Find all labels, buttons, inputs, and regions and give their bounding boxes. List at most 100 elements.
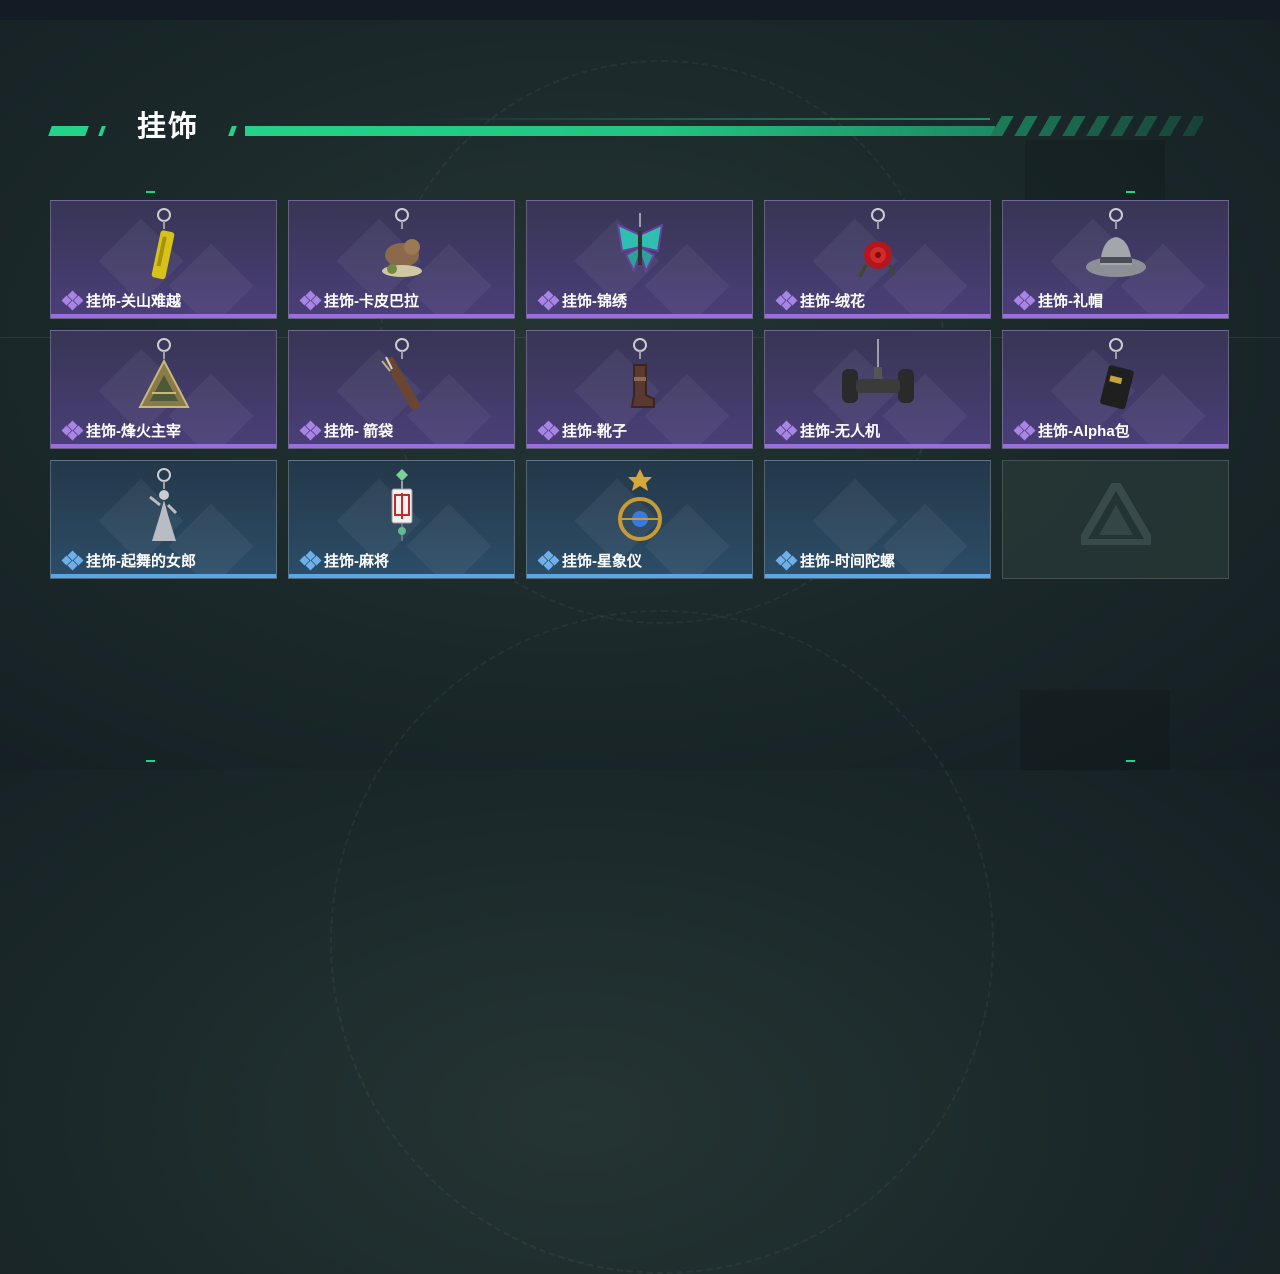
rarity-bar: [765, 444, 990, 448]
rarity-diamond-icon: [1013, 290, 1036, 310]
charm-card[interactable]: 挂饰-靴子: [526, 330, 753, 449]
rarity-bar: [527, 574, 752, 578]
charm-label-row: 挂饰-卡皮巴拉: [299, 290, 419, 311]
charm-card[interactable]: 挂饰-麻将: [288, 460, 515, 579]
background-ring: [330, 610, 994, 1274]
charm-card[interactable]: 挂饰-礼帽: [1002, 200, 1229, 319]
header-stripe: [1182, 116, 1203, 136]
rarity-diamond-icon: [537, 550, 560, 570]
placeholder-logo-icon: [1081, 483, 1151, 545]
rarity-bar: [527, 314, 752, 318]
charm-card[interactable]: 挂饰-时间陀螺: [764, 460, 991, 579]
section-title: 挂饰: [137, 111, 200, 143]
corner-tick: [1126, 760, 1135, 762]
header-stripe: [1014, 116, 1038, 136]
rarity-bar: [527, 444, 752, 448]
charm-card[interactable]: 挂饰-烽火主宰: [50, 330, 277, 449]
rarity-bar: [51, 444, 276, 448]
header-stripe: [1086, 116, 1110, 136]
rarity-diamond-icon: [299, 290, 322, 310]
capybara-charm-icon: [381, 208, 422, 277]
rarity-diamond-icon: [299, 550, 322, 570]
charm-label-row: 挂饰-星象仪: [537, 550, 642, 571]
rarity-diamond-icon: [775, 290, 798, 310]
card-decoration: [882, 503, 968, 578]
charm-name: 挂饰-靴子: [562, 423, 627, 440]
charm-grid: 挂饰-关山难越 挂饰-卡皮巴拉 挂饰-锦绣 挂饰-绒花 挂饰-礼帽挂饰-烽火主宰 挂饰- …: [50, 200, 1230, 580]
charm-label-row: 挂饰-起舞的女郎: [61, 550, 196, 571]
dancer-figure-charm-icon: [148, 468, 177, 541]
charm-label-row: 挂饰-烽火主宰: [61, 420, 181, 441]
pouch-charm-icon: [1099, 338, 1134, 410]
rarity-diamond-icon: [61, 550, 84, 570]
rarity-bar: [51, 314, 276, 318]
charm-card[interactable]: 挂饰-星象仪: [526, 460, 753, 579]
charm-card[interactable]: 挂饰-Alpha包: [1002, 330, 1229, 449]
rarity-bar: [765, 574, 990, 578]
charm-name: 挂饰-Alpha包: [1038, 423, 1130, 440]
header-thin-line: [420, 118, 990, 120]
charm-label-row: 挂饰-锦绣: [537, 290, 627, 311]
charm-name: 挂饰-无人机: [800, 423, 880, 440]
charm-label-row: 挂饰-Alpha包: [1013, 420, 1130, 441]
corner-tick: [1126, 191, 1135, 193]
rarity-diamond-icon: [537, 290, 560, 310]
header-stripe: [990, 116, 1014, 136]
charm-name: 挂饰-星象仪: [562, 553, 642, 570]
charm-label-row: 挂饰-靴子: [537, 420, 627, 441]
charm-label-row: 挂饰- 箭袋: [299, 420, 394, 441]
charm-name: 挂饰-起舞的女郎: [86, 553, 196, 570]
rarity-bar: [765, 314, 990, 318]
corner-tick: [146, 760, 155, 762]
triangle-emblem-charm-icon: [137, 338, 190, 408]
header-accent-bar: [48, 126, 89, 136]
background-block: [1020, 690, 1170, 770]
header-stripe-pattern: [988, 116, 1203, 136]
charm-name: 挂饰-麻将: [324, 553, 389, 570]
charm-card[interactable]: 挂饰-起舞的女郎: [50, 460, 277, 579]
charm-name: 挂饰-卡皮巴拉: [324, 293, 419, 310]
charm-name: 挂饰-锦绣: [562, 293, 627, 310]
charm-name: 挂饰- 箭袋: [324, 423, 394, 440]
rarity-diamond-icon: [61, 290, 84, 310]
rarity-diamond-icon: [775, 550, 798, 570]
fedora-hat-charm-icon: [1085, 208, 1146, 277]
charm-label-row: 挂饰-无人机: [775, 420, 880, 441]
header-progress-line: [245, 126, 995, 136]
charm-card[interactable]: 挂饰-锦绣: [526, 200, 753, 319]
drone-charm-icon: [841, 339, 914, 403]
top-strip: [0, 0, 1280, 20]
rarity-diamond-icon: [537, 420, 560, 440]
charm-label-row: 挂饰-礼帽: [1013, 290, 1103, 311]
boot-charm-icon: [630, 338, 655, 408]
rarity-bar: [1003, 314, 1228, 318]
charm-card[interactable]: 挂饰-卡皮巴拉: [288, 200, 515, 319]
charm-card[interactable]: 挂饰-绒花: [764, 200, 991, 319]
charm-label-row: 挂饰-关山难越: [61, 290, 181, 311]
charm-name: 挂饰-绒花: [800, 293, 865, 310]
header-accent-bar: [98, 126, 106, 136]
rarity-bar: [51, 574, 276, 578]
rarity-bar: [1003, 444, 1228, 448]
charm-label-row: 挂饰-麻将: [299, 550, 389, 571]
rose-charm-icon: [858, 208, 895, 278]
charm-name: 挂饰-关山难越: [86, 293, 181, 310]
rarity-bar: [289, 444, 514, 448]
rarity-diamond-icon: [299, 420, 322, 440]
charm-name: 挂饰-烽火主宰: [86, 423, 181, 440]
charm-card[interactable]: 挂饰-无人机: [764, 330, 991, 449]
header-stripe: [1158, 116, 1182, 136]
charm-name: 挂饰-礼帽: [1038, 293, 1103, 310]
rarity-diamond-icon: [775, 420, 798, 440]
charm-name: 挂饰-时间陀螺: [800, 553, 895, 570]
empty-slot-card[interactable]: [1002, 460, 1229, 579]
butterfly-charm-icon: [616, 213, 663, 274]
charm-label-row: 挂饰-绒花: [775, 290, 865, 311]
charm-card[interactable]: 挂饰-关山难越: [50, 200, 277, 319]
quiver-charm-icon: [380, 338, 420, 411]
rarity-bar: [289, 314, 514, 318]
header-accent-bar: [228, 126, 237, 136]
charm-card[interactable]: 挂饰- 箭袋: [288, 330, 515, 449]
header-stripe: [1110, 116, 1134, 136]
astrolabe-charm-icon: [617, 469, 662, 541]
